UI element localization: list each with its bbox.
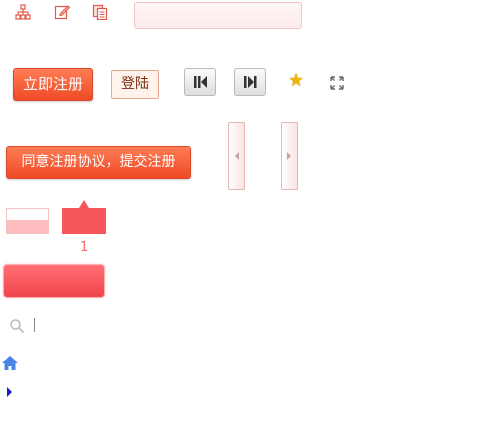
tab-inactive[interactable] [6, 208, 49, 234]
caret-right-icon [287, 152, 291, 160]
scroll-right-button[interactable] [281, 122, 298, 190]
red-action-button[interactable] [3, 264, 105, 298]
skip-previous-button[interactable] [184, 68, 216, 96]
skip-previous-icon [194, 76, 207, 88]
expand-icon[interactable] [330, 76, 344, 90]
skip-next-icon [244, 76, 257, 88]
register-now-button[interactable]: 立即注册 [13, 68, 93, 101]
caret-left-icon [235, 152, 239, 160]
skip-next-button[interactable] [234, 68, 266, 96]
tab-active-pointer [79, 200, 89, 208]
copy-icon[interactable] [92, 4, 108, 20]
search-icon [10, 319, 25, 334]
search-input[interactable] [134, 2, 302, 29]
expand-arrow-icon[interactable] [7, 387, 12, 397]
star-icon[interactable]: ★ [288, 72, 304, 90]
tab-active[interactable] [62, 208, 106, 234]
tab-count: 1 [80, 240, 89, 255]
home-icon[interactable] [1, 355, 19, 371]
edit-icon[interactable] [54, 4, 70, 20]
text-cursor[interactable] [34, 318, 35, 332]
scroll-left-button[interactable] [228, 122, 245, 190]
login-button[interactable]: 登陆 [111, 70, 159, 99]
agree-submit-button[interactable]: 同意注册协议，提交注册 [6, 146, 191, 179]
sitemap-icon[interactable] [15, 4, 31, 20]
